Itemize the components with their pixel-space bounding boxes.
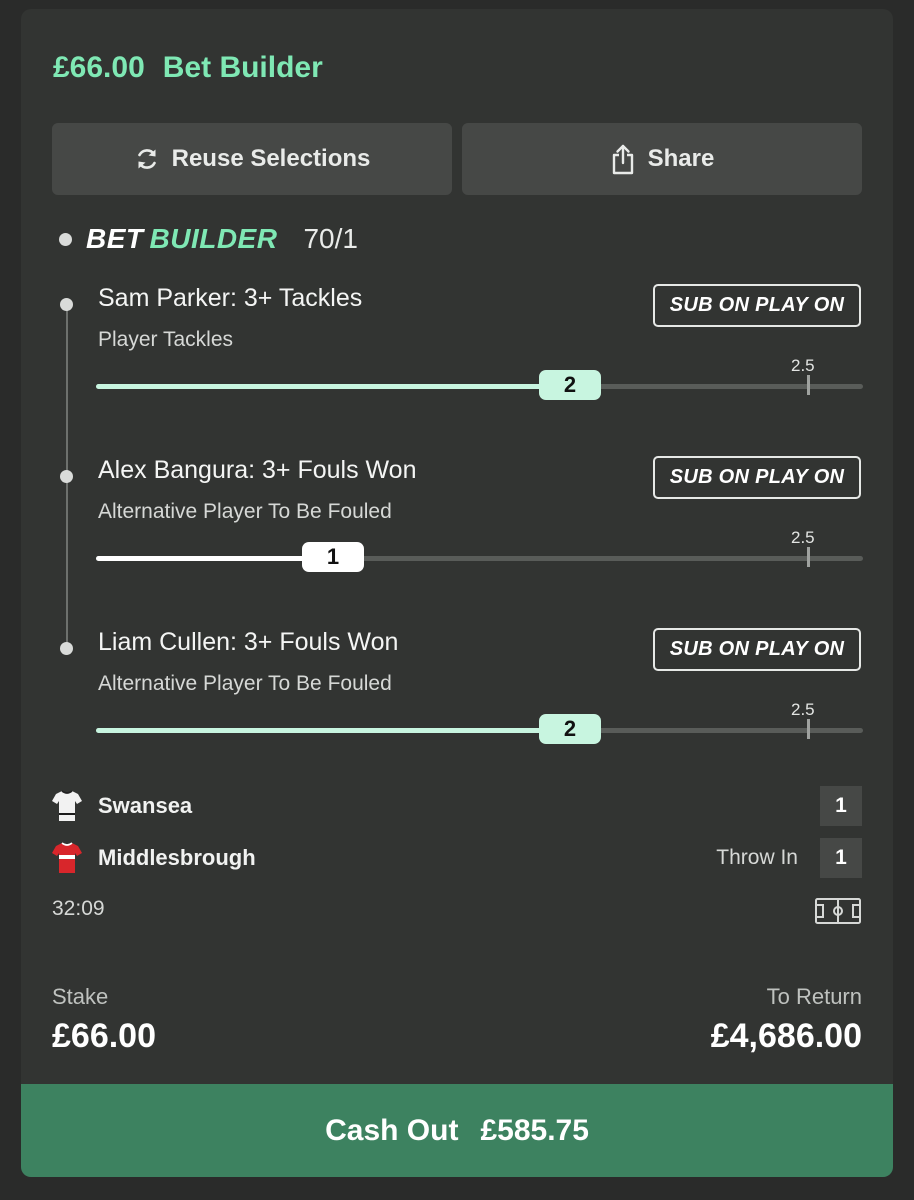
bet-leg: Alex Bangura: 3+ Fouls Won Alternative P… — [21, 456, 893, 626]
leg-dot — [60, 298, 73, 311]
leg-dot — [60, 642, 73, 655]
leg-title: Sam Parker: 3+ Tackles — [98, 284, 363, 312]
leg-progress-value: 2 — [539, 370, 601, 400]
leg-progress-track: 1 — [96, 542, 863, 572]
home-team-score: 1 — [820, 786, 862, 826]
leg-title: Liam Cullen: 3+ Fouls Won — [98, 628, 399, 656]
share-icon — [612, 144, 633, 175]
leg-threshold-tick — [807, 719, 810, 739]
refresh-icon — [137, 149, 156, 169]
leg-progress-fill — [96, 556, 333, 561]
leg-market: Alternative Player To Be Fouled — [98, 500, 392, 523]
bet-header: £66.00 Bet Builder — [53, 51, 323, 85]
bet-builder-row: BET BUILDER 70/1 — [59, 219, 358, 259]
cash-out-label: Cash Out — [325, 1113, 459, 1147]
share-label: Share — [647, 145, 715, 172]
share-button[interactable]: Share — [462, 123, 862, 195]
sub-on-play-on-badge: SUB ON PLAY ON — [653, 456, 861, 499]
match-status: Throw In — [716, 846, 798, 869]
leg-progress-fill — [96, 728, 570, 733]
bet-leg: Sam Parker: 3+ Tackles Player Tackles SU… — [21, 284, 893, 454]
leg-threshold: 2.5 — [791, 700, 815, 719]
sub-on-play-on-badge: SUB ON PLAY ON — [653, 628, 861, 671]
away-team-score: 1 — [820, 838, 862, 878]
leg-threshold-tick — [807, 547, 810, 567]
home-team-name: Swansea — [98, 793, 193, 818]
stake-value: £66.00 — [52, 1017, 156, 1055]
stake-label: Stake — [52, 984, 109, 1009]
sub-on-play-on-badge: SUB ON PLAY ON — [653, 284, 861, 327]
leg-progress-value: 1 — [302, 542, 364, 572]
to-return-value: £4,686.00 — [710, 1017, 862, 1055]
leg-progress-track: 2 — [96, 370, 863, 400]
away-team-name: Middlesbrough — [98, 845, 256, 870]
white-shirt-icon — [52, 790, 82, 821]
leg-progress-fill — [96, 384, 570, 389]
reuse-selections-button[interactable]: Reuse Selections — [52, 123, 452, 195]
leg-progress-track: 2 — [96, 714, 863, 744]
bet-odds: 70/1 — [303, 223, 358, 254]
header-title: Bet Builder — [162, 51, 323, 84]
away-team-row: Middlesbrough Throw In 1 — [52, 838, 862, 878]
bet-leg: Liam Cullen: 3+ Fouls Won Alternative Pl… — [21, 628, 893, 798]
home-team-row: Swansea 1 — [52, 786, 862, 826]
bet-card: £66.00 Bet Builder Reuse Selections Share… — [21, 9, 893, 1177]
cash-out-button[interactable]: Cash Out £585.75 — [21, 1084, 893, 1177]
leg-market: Alternative Player To Be Fouled — [98, 672, 392, 695]
bet-builder-logo: BET BUILDER — [86, 223, 278, 254]
leg-title: Alex Bangura: 3+ Fouls Won — [98, 456, 417, 484]
leg-dot — [60, 470, 73, 483]
leg-progress-value: 2 — [539, 714, 601, 744]
leg-threshold: 2.5 — [791, 528, 815, 547]
reuse-selections-label: Reuse Selections — [171, 145, 371, 172]
header-amount: £66.00 — [53, 51, 145, 84]
bullet-dot — [59, 232, 72, 246]
leg-threshold-tick — [807, 375, 810, 395]
cash-out-amount: £585.75 — [480, 1113, 589, 1147]
pitch-icon[interactable] — [815, 898, 861, 924]
to-return-label: To Return — [766, 984, 862, 1009]
leg-market: Player Tackles — [98, 328, 234, 351]
leg-threshold: 2.5 — [791, 356, 815, 375]
red-shirt-icon — [52, 842, 82, 873]
match-clock: 32:09 — [52, 897, 105, 920]
